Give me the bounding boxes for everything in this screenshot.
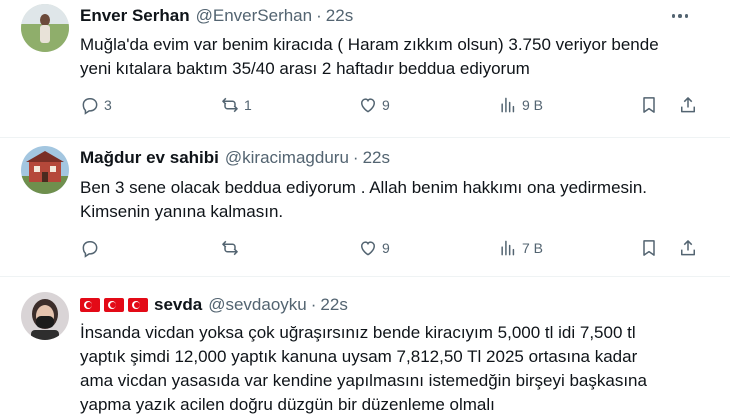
avatar[interactable] bbox=[21, 292, 69, 340]
views-icon bbox=[501, 97, 515, 113]
reply-button[interactable]: 3 bbox=[80, 95, 112, 115]
like-button[interactable]: 9 bbox=[358, 95, 390, 115]
bookmark-icon bbox=[643, 240, 655, 256]
retweet-button[interactable] bbox=[220, 238, 244, 258]
avatar[interactable] bbox=[21, 146, 69, 194]
timestamp[interactable]: 22s bbox=[363, 148, 390, 168]
views-button[interactable]: 9 B bbox=[498, 95, 543, 115]
views-count: 7 B bbox=[522, 240, 544, 256]
separator-dot: · bbox=[316, 6, 322, 25]
tweet-text-line: yapma yazık acilen doğru düzgün bir düze… bbox=[80, 395, 495, 414]
like-count: 9 bbox=[382, 97, 390, 113]
share-button[interactable] bbox=[678, 238, 698, 258]
separator-dot: · bbox=[310, 295, 317, 314]
more-icon[interactable] bbox=[668, 6, 692, 26]
like-button[interactable]: 9 bbox=[358, 238, 390, 258]
retweet-icon bbox=[222, 240, 238, 256]
tweet-text-line: İnsanda vicdan yoksa çok uğraşırsınız be… bbox=[80, 323, 636, 342]
views-button[interactable]: 7 B bbox=[498, 238, 543, 258]
tweet-actions: 9 7 B bbox=[80, 238, 700, 262]
timestamp[interactable]: 22s bbox=[326, 6, 353, 26]
timestamp[interactable]: 22s bbox=[320, 295, 347, 315]
tweet-actions: 3 1 9 9 B bbox=[80, 95, 700, 119]
turkish-flag-icon bbox=[80, 298, 148, 312]
share-icon bbox=[681, 97, 695, 113]
tweet-text-line: yaptık şimdi 12,000 yaptık kanuna uysam … bbox=[80, 347, 638, 366]
reply-count: 3 bbox=[104, 97, 112, 113]
user-handle[interactable]: @kiracimagduru bbox=[225, 148, 349, 168]
retweet-button[interactable]: 1 bbox=[220, 95, 252, 115]
views-icon bbox=[501, 240, 515, 256]
tweet-text-line: Muğla'da evim var benim kiracıda ( Haram… bbox=[80, 35, 659, 54]
separator-dot: · bbox=[352, 148, 359, 167]
tweet[interactable]: Mağdur ev sahibi @kiracimagduru · 22s Be… bbox=[0, 138, 730, 276]
reply-icon bbox=[82, 98, 98, 115]
avatar[interactable] bbox=[21, 4, 69, 52]
heart-icon bbox=[360, 241, 376, 256]
share-button[interactable] bbox=[678, 95, 698, 115]
tweet[interactable]: sevda @sevdaoyku · 22s İnsanda vicdan yo… bbox=[0, 277, 730, 420]
display-name[interactable]: Enver Serhan bbox=[80, 6, 190, 26]
share-icon bbox=[681, 240, 695, 256]
tweet-text-line: yeni kıtalara baktım 35/40 arası 2 hafta… bbox=[80, 59, 530, 78]
like-count: 9 bbox=[382, 240, 390, 256]
reply-button[interactable] bbox=[80, 238, 104, 258]
views-count: 9 B bbox=[522, 97, 544, 113]
bookmark-icon bbox=[643, 97, 655, 113]
retweet-icon bbox=[222, 97, 238, 113]
tweet-text: Muğla'da evim var benim kiracıda ( Haram… bbox=[80, 33, 700, 81]
display-name[interactable]: Mağdur ev sahibi bbox=[80, 148, 219, 168]
tweet-text-line: Kimsenin yanına kalmasın. bbox=[80, 202, 284, 221]
user-handle[interactable]: @sevdaoyku bbox=[208, 295, 307, 315]
tweet-text: İnsanda vicdan yoksa çok uğraşırsınız be… bbox=[80, 321, 700, 417]
reply-icon bbox=[82, 241, 98, 258]
bookmark-button[interactable] bbox=[639, 95, 659, 115]
tweet-text-line: Ben 3 sene olacak beddua ediyorum . Alla… bbox=[80, 178, 647, 197]
tweet-text-line: ama vicdan yasasıda var kendine yapılmas… bbox=[80, 371, 647, 390]
bookmark-button[interactable] bbox=[639, 238, 659, 258]
retweet-count: 1 bbox=[244, 97, 252, 113]
tweet-text: Ben 3 sene olacak beddua ediyorum . Alla… bbox=[80, 176, 700, 224]
heart-icon bbox=[360, 98, 376, 113]
tweet[interactable]: Enver Serhan @EnverSerhan · 22s Muğla'da… bbox=[0, 0, 730, 137]
user-handle[interactable]: @EnverSerhan bbox=[196, 6, 313, 26]
display-name[interactable]: sevda bbox=[154, 295, 202, 315]
